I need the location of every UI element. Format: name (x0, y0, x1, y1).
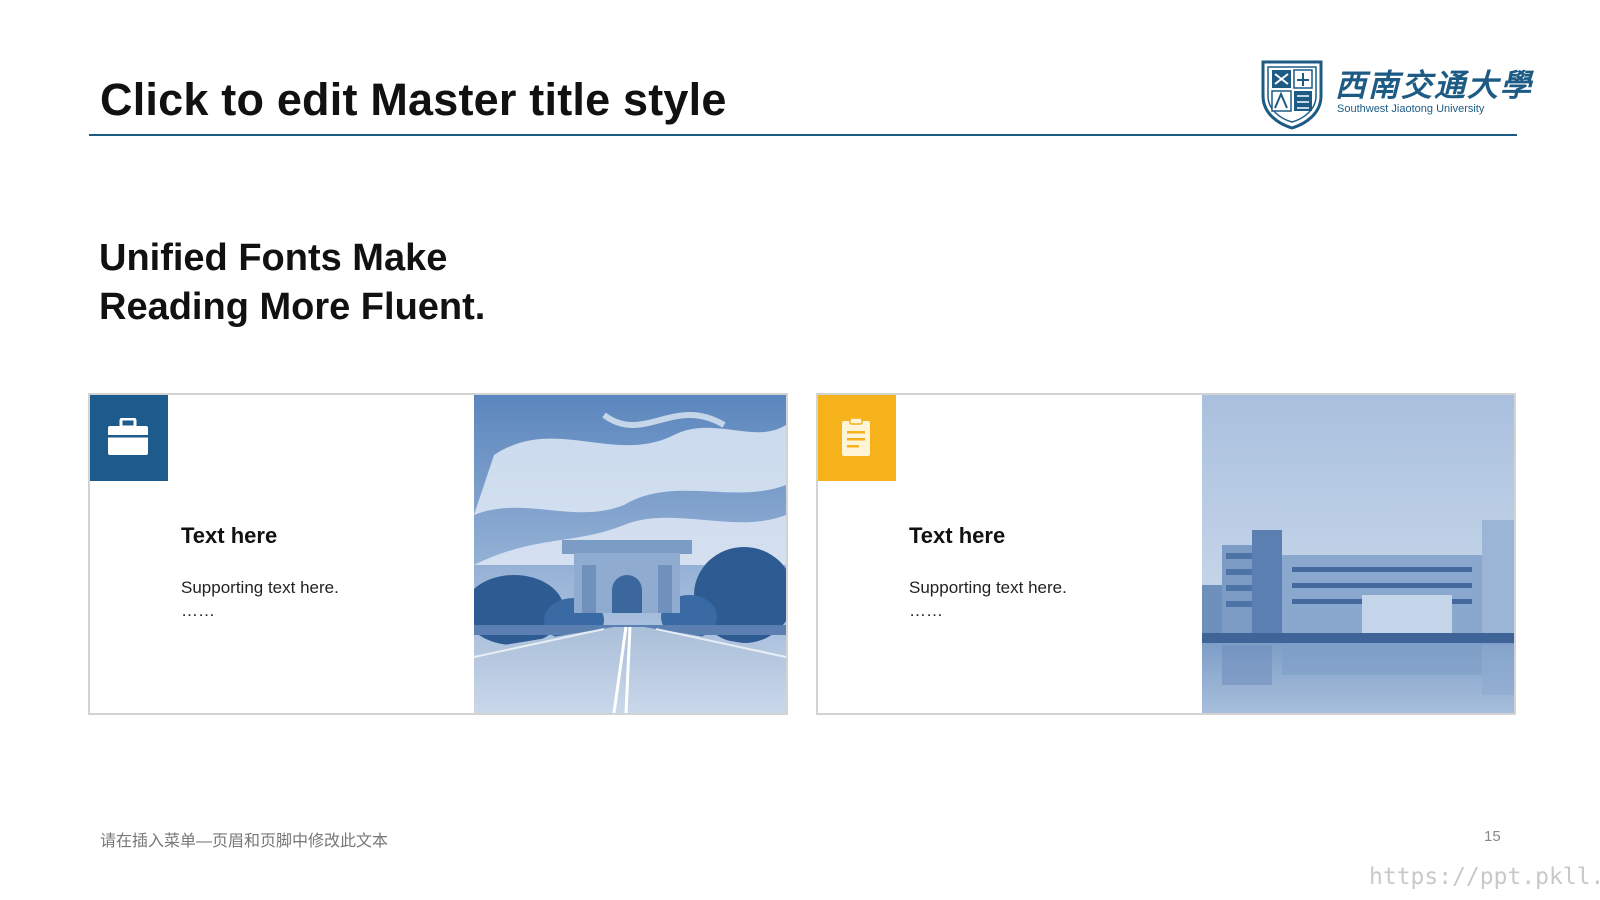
card-supporting-text[interactable]: Supporting text here. …… (909, 576, 1067, 622)
card-icon-tile (818, 395, 896, 481)
subtitle-line-2: Reading More Fluent. (99, 286, 486, 328)
card-heading[interactable]: Text here (181, 523, 277, 549)
slide: Click to edit Master title style 西南交通大學 … (0, 0, 1600, 900)
logo-english-name: Southwest Jiaotong University (1337, 103, 1485, 115)
title-divider (89, 134, 1517, 136)
university-logo: 西南交通大學 Southwest Jiaotong University (1259, 56, 1531, 132)
toolbox-icon (108, 418, 148, 455)
content-card-1[interactable]: Text here Supporting text here. …… (88, 393, 788, 715)
card-ellipsis: …… (181, 601, 215, 620)
card-supporting-text[interactable]: Supporting text here. …… (181, 576, 339, 622)
card-heading[interactable]: Text here (909, 523, 1005, 549)
campus-gate-photo (474, 395, 786, 713)
subtitle-line-1: Unified Fonts Make (99, 237, 448, 279)
card-icon-tile (90, 395, 168, 481)
campus-building-photo (1202, 395, 1514, 713)
university-emblem-icon (1261, 60, 1323, 130)
content-card-2[interactable]: Text here Supporting text here. …… (816, 393, 1516, 715)
watermark-url: https://ppt.pkll.de (1369, 864, 1600, 890)
card-support-line: Supporting text here. (181, 578, 339, 597)
master-title[interactable]: Click to edit Master title style (100, 74, 727, 126)
clipboard-icon (842, 417, 870, 456)
slide-subtitle[interactable]: Unified Fonts Make Reading More Fluent. (99, 234, 485, 332)
footer-text[interactable]: 请在插入菜单—页眉和页脚中修改此文本 (100, 827, 388, 851)
card-ellipsis: …… (909, 601, 943, 620)
logo-chinese-name: 西南交通大學 (1335, 68, 1533, 104)
card-support-line: Supporting text here. (909, 578, 1067, 597)
page-number: 15 (1484, 828, 1501, 845)
